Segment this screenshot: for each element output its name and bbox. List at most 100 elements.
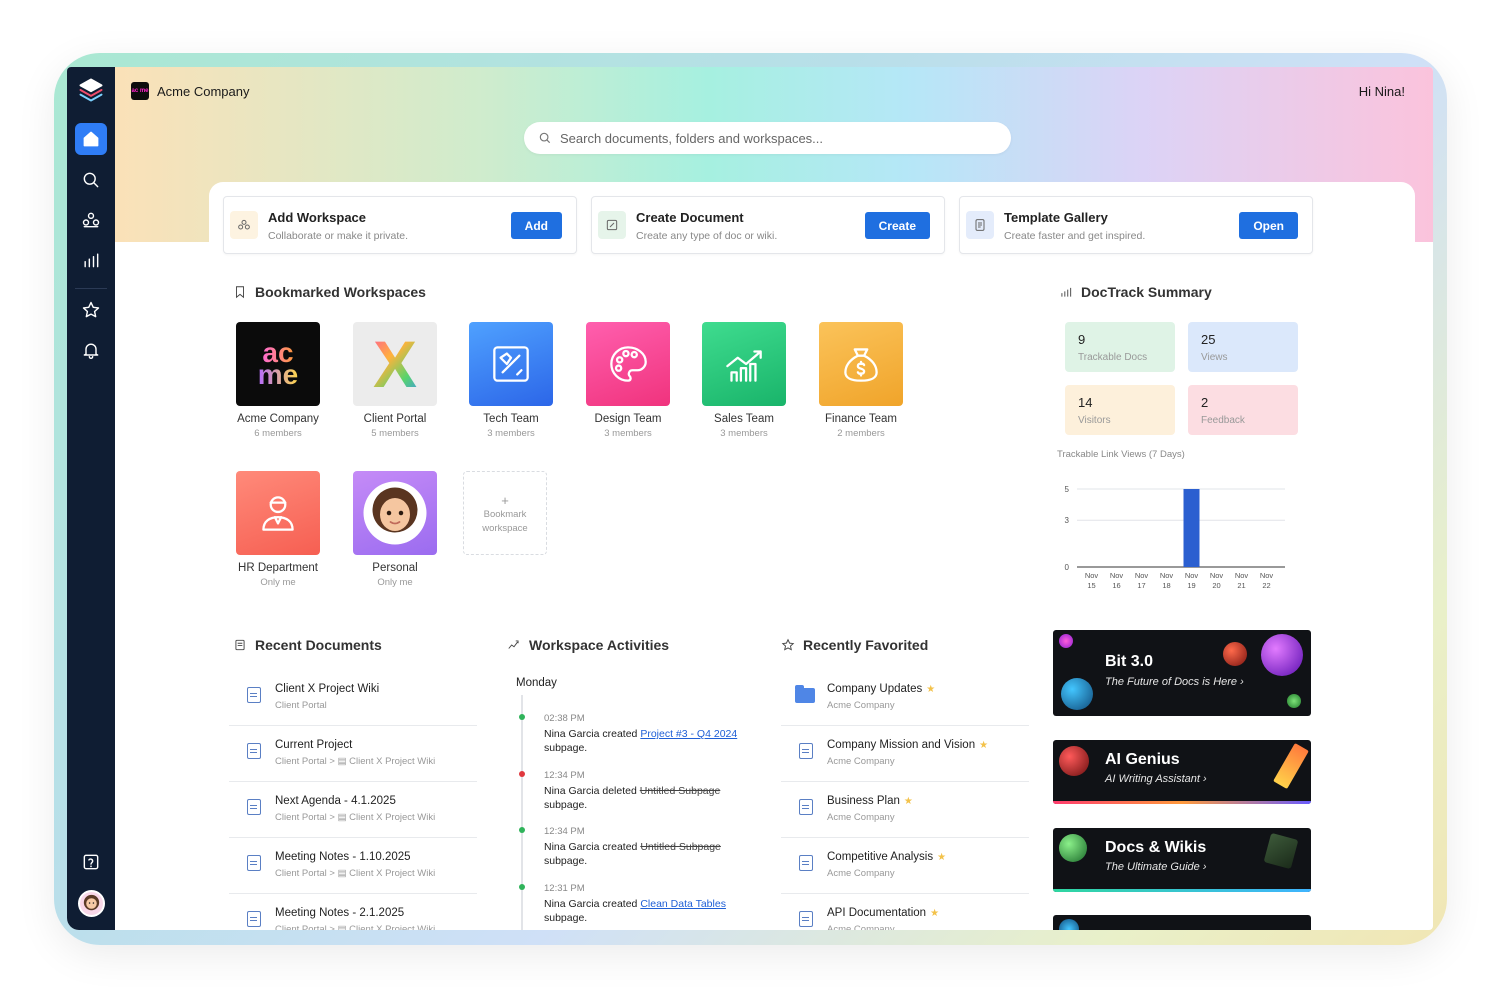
stat-value: 14 <box>1078 395 1093 410</box>
activity-time: 02:38 PM <box>544 713 585 724</box>
workspace-acme-company[interactable]: ac me Acme Company 6 members <box>228 322 328 439</box>
activity-suffix: subpage. <box>544 799 588 811</box>
activity-target-deleted: Untitled Subpage <box>640 841 721 853</box>
search-bar[interactable] <box>524 122 1011 154</box>
company-switcher[interactable]: ac me Acme Company <box>131 82 249 100</box>
document-title: Client X Project Wiki <box>275 683 380 695</box>
favorite-star-icon[interactable]: ★ <box>937 852 946 863</box>
workspace-members: 3 members <box>720 428 768 439</box>
workspace-hr-department[interactable]: HR Department Only me <box>228 471 328 588</box>
client-logo-text: X <box>372 327 418 401</box>
template-icon <box>966 211 994 239</box>
recently-favorited-heading: Recently Favorited <box>781 637 928 653</box>
greeting: Hi Nina! <box>1358 84 1405 99</box>
activity-actor: Nina Garcia <box>544 841 600 853</box>
recent-document-item[interactable]: Meeting Notes - 1.10.2025 Client Portal … <box>229 838 477 894</box>
activity-item: 12:34 PM Nina Garcia deleted Untitled Su… <box>519 769 744 812</box>
company-logo: ac me <box>131 82 149 100</box>
promo-orb <box>1261 634 1303 676</box>
create-button[interactable]: Create <box>864 212 930 239</box>
activity-day: Monday <box>516 677 557 689</box>
stat-trackable-docs[interactable]: 9 Trackable Docs <box>1065 322 1175 372</box>
star-icon[interactable] <box>75 294 107 326</box>
workspace-personal[interactable]: Personal Only me <box>345 471 445 588</box>
favorite-star-icon[interactable]: ★ <box>930 908 939 919</box>
promo-partial[interactable] <box>1053 915 1311 930</box>
section-title: DocTrack Summary <box>1081 284 1212 300</box>
sidebar-divider <box>75 288 107 289</box>
favorite-item[interactable]: Business Plan ★ Acme Company <box>781 782 1029 838</box>
bookmark-label-line1: Bookmark <box>483 509 527 520</box>
chart-x-tick-label: Nov <box>1135 571 1149 580</box>
favorite-item[interactable]: Competitive Analysis ★ Acme Company <box>781 838 1029 894</box>
document-icon <box>247 799 261 815</box>
recent-document-item[interactable]: Meeting Notes - 2.1.2025 Client Portal >… <box>229 894 477 930</box>
promo-title: Bit 3.0 <box>1105 653 1154 670</box>
promo-orb <box>1059 919 1079 930</box>
workspace-finance-team[interactable]: Finance Team 2 members <box>811 322 911 439</box>
bell-icon[interactable] <box>75 334 107 366</box>
document-icon <box>247 911 261 927</box>
help-icon[interactable] <box>75 846 107 878</box>
stat-label: Visitors <box>1078 415 1111 426</box>
workspaces-icon[interactable] <box>75 204 107 236</box>
chart-x-tick-label: 21 <box>1237 581 1245 590</box>
tools-icon <box>469 322 553 406</box>
favorite-star-icon[interactable]: ★ <box>926 684 935 695</box>
favorite-item[interactable]: Company Mission and Vision ★ Acme Company <box>781 726 1029 782</box>
section-title: Workspace Activities <box>529 637 670 653</box>
favorite-star-icon[interactable]: ★ <box>904 796 913 807</box>
book-icon <box>1263 832 1299 870</box>
favorite-path: Acme Company <box>827 868 895 879</box>
document-icon <box>799 855 813 871</box>
promo-ai-genius[interactable]: AI Genius AI Writing Assistant › <box>1053 740 1311 804</box>
workspace-tech-team[interactable]: Tech Team 3 members <box>461 322 561 439</box>
document-icon <box>247 687 261 703</box>
activity-target-link[interactable]: Clean Data Tables <box>640 898 726 910</box>
bookmark-workspace-button[interactable]: + Bookmark workspace <box>463 471 547 555</box>
recent-document-item[interactable]: Next Agenda - 4.1.2025 Client Portal > ▤… <box>229 782 477 838</box>
analytics-icon[interactable] <box>75 244 107 276</box>
activity-target-link[interactable]: Project #3 - Q4 2024 <box>640 728 737 740</box>
search-icon[interactable] <box>75 164 107 196</box>
stat-feedback[interactable]: 2 Feedback <box>1188 385 1298 435</box>
promo-bit-3[interactable]: Bit 3.0 The Future of Docs is Here › <box>1053 630 1311 716</box>
card-title: Template Gallery <box>1004 210 1108 225</box>
workspace-client-portal[interactable]: X Client Portal 5 members <box>345 322 445 439</box>
bit-logo-icon[interactable] <box>74 73 108 107</box>
plus-icon: + <box>501 493 509 508</box>
template-gallery-card[interactable]: Template Gallery Create faster and get i… <box>959 196 1313 254</box>
document-icon <box>235 639 245 651</box>
search-input[interactable] <box>560 130 980 146</box>
add-button[interactable]: Add <box>510 212 562 239</box>
add-workspace-card[interactable]: Add Workspace Collaborate or make it pri… <box>223 196 577 254</box>
promo-docs-wikis[interactable]: Docs & Wikis The Ultimate Guide › <box>1053 828 1311 892</box>
favorite-item[interactable]: API Documentation ★ Acme Company <box>781 894 1029 930</box>
personal-avatar <box>353 471 437 555</box>
stat-value: 9 <box>1078 332 1086 347</box>
card-subtitle: Create faster and get inspired. <box>1004 230 1146 242</box>
open-button[interactable]: Open <box>1239 212 1298 239</box>
stat-views[interactable]: 25 Views <box>1188 322 1298 372</box>
document-icon <box>799 743 813 759</box>
favorite-title-row: Competitive Analysis ★ <box>827 851 946 863</box>
recent-document-item[interactable]: Current Project Client Portal > ▤ Client… <box>229 726 477 782</box>
client-x-logo: X <box>353 322 437 406</box>
avatar[interactable] <box>78 890 105 917</box>
workspace-design-team[interactable]: Design Team 3 members <box>578 322 678 439</box>
stat-visitors[interactable]: 14 Visitors <box>1065 385 1175 435</box>
favorite-item[interactable]: Company Updates ★ Acme Company <box>781 670 1029 726</box>
activity-time: 12:34 PM <box>544 826 585 837</box>
chart-x-tick-label: 18 <box>1162 581 1170 590</box>
workspace-members: Only me <box>260 577 296 588</box>
favorite-star-icon[interactable]: ★ <box>979 740 988 751</box>
recent-document-item[interactable]: Client X Project Wiki Client Portal <box>229 670 477 726</box>
home-icon[interactable] <box>75 123 107 155</box>
workspace-sales-team[interactable]: Sales Team 3 members <box>694 322 794 439</box>
promo-title: AI Genius <box>1105 751 1180 768</box>
document-path: Client Portal > ▤ Client X Project Wiki <box>275 924 436 930</box>
create-document-card[interactable]: Create Document Create any type of doc o… <box>591 196 945 254</box>
chart-y-tick-label: 0 <box>1065 563 1070 572</box>
favorite-title: Company Updates <box>827 683 923 695</box>
company-logo-text: ac me <box>131 88 149 94</box>
